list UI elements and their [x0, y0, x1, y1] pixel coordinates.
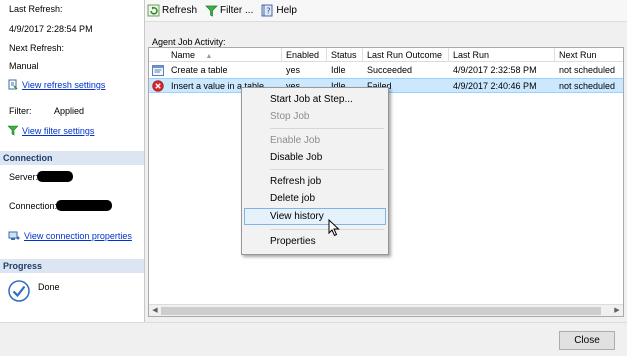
close-button[interactable]: Close [559, 331, 615, 350]
refresh-settings-icon [8, 79, 18, 90]
enabled-cell: yes [286, 65, 301, 75]
redacted-connection-value [56, 200, 112, 211]
last-refresh-label: Last Refresh: [9, 4, 63, 14]
menu-item-disable-job[interactable]: Disable Job [244, 149, 386, 166]
connection-properties-icon [8, 231, 20, 240]
help-label: Help [276, 5, 297, 16]
filter-label: Filter: [9, 106, 32, 116]
progress-done-icon [8, 280, 30, 302]
sort-arrow-icon: ▲ [205, 53, 213, 60]
redacted-server-value [37, 171, 73, 182]
column-name-text: Name [171, 50, 196, 60]
grid-header: Name ▲ Enabled Status Last Run Outcome L… [149, 48, 623, 62]
refresh-button[interactable]: Refresh [147, 4, 197, 17]
status-cell: Idle [331, 65, 346, 75]
svg-text:?: ? [267, 7, 271, 16]
scrollbar-thumb[interactable] [161, 307, 601, 315]
column-header-enabled[interactable]: Enabled [282, 48, 327, 62]
dialog-footer [0, 322, 627, 356]
menu-item-properties[interactable]: Properties [244, 233, 386, 250]
last-run-cell: 4/9/2017 2:32:58 PM [453, 65, 537, 75]
refresh-icon [147, 4, 160, 17]
next-run-cell: not scheduled [559, 65, 616, 75]
column-header-next-run[interactable]: Next Run [555, 48, 623, 62]
menu-separator [270, 128, 384, 129]
view-filter-settings-text[interactable]: View filter settings [22, 126, 94, 136]
connection-section-header: Connection [0, 151, 144, 165]
horizontal-scrollbar[interactable]: ◀ ▶ [149, 304, 623, 316]
agent-job-activity-label: Agent Job Activity: [152, 37, 226, 47]
view-connection-properties-text[interactable]: View connection properties [24, 231, 132, 241]
job-failed-icon [152, 80, 164, 92]
filter-button[interactable]: Filter ... [205, 4, 253, 17]
mouse-cursor-icon [328, 219, 340, 237]
job-success-icon [152, 65, 164, 76]
refresh-label: Refresh [162, 5, 198, 16]
filter-value: Applied [54, 106, 85, 116]
menu-item-enable-job: Enable Job [270, 135, 321, 146]
view-filter-settings-link[interactable]: View filter settings [8, 125, 94, 136]
menu-separator [270, 229, 384, 230]
job-context-menu: Start Job at Step... Stop Job Enable Job… [241, 87, 389, 255]
last-refresh-value: 4/9/2017 2:28:54 PM [9, 24, 93, 34]
left-info-panel: Last Refresh: 4/9/2017 2:28:54 PM Next R… [0, 0, 145, 322]
scroll-left-arrow-icon[interactable]: ◀ [149, 305, 161, 316]
menu-item-view-history[interactable]: View history [244, 208, 386, 225]
filter-funnel-icon [8, 125, 18, 136]
filter-label-toolbar: Filter ... [220, 5, 254, 16]
column-header-last-run[interactable]: Last Run [449, 48, 555, 62]
help-button[interactable]: ? Help [261, 4, 297, 17]
column-header-name[interactable]: Name ▲ [149, 48, 282, 62]
menu-separator [270, 169, 384, 170]
job-name-cell: Create a table [171, 65, 228, 75]
next-refresh-value: Manual [9, 61, 39, 71]
table-row[interactable]: Create a table yes Idle Succeeded 4/9/20… [149, 63, 623, 78]
menu-item-refresh-job[interactable]: Refresh job [244, 173, 386, 190]
filter-icon [205, 5, 218, 17]
menu-item-delete-job[interactable]: Delete job [244, 190, 386, 207]
connection-label: Connection: [9, 201, 58, 211]
progress-section-header: Progress [0, 259, 144, 273]
view-connection-properties-link[interactable]: View connection properties [8, 230, 132, 241]
next-refresh-label: Next Refresh: [9, 43, 65, 53]
progress-status: Done [38, 282, 60, 292]
last-run-cell: 4/9/2017 2:40:46 PM [453, 81, 537, 91]
view-refresh-settings-text[interactable]: View refresh settings [22, 80, 105, 90]
menu-item-stop-job: Stop Job [270, 111, 310, 122]
column-header-last-run-outcome[interactable]: Last Run Outcome [363, 48, 449, 62]
server-label: Server: [9, 172, 39, 182]
menu-item-start-job-at-step[interactable]: Start Job at Step... [244, 91, 386, 108]
outcome-cell: Succeeded [367, 65, 413, 75]
column-header-status[interactable]: Status [327, 48, 363, 62]
toolbar: Refresh Filter ... ? Help [145, 0, 627, 22]
next-run-cell: not scheduled [559, 81, 616, 91]
help-book-icon: ? [261, 4, 273, 17]
view-refresh-settings-link[interactable]: View refresh settings [8, 79, 105, 90]
scroll-right-arrow-icon[interactable]: ▶ [611, 305, 623, 316]
